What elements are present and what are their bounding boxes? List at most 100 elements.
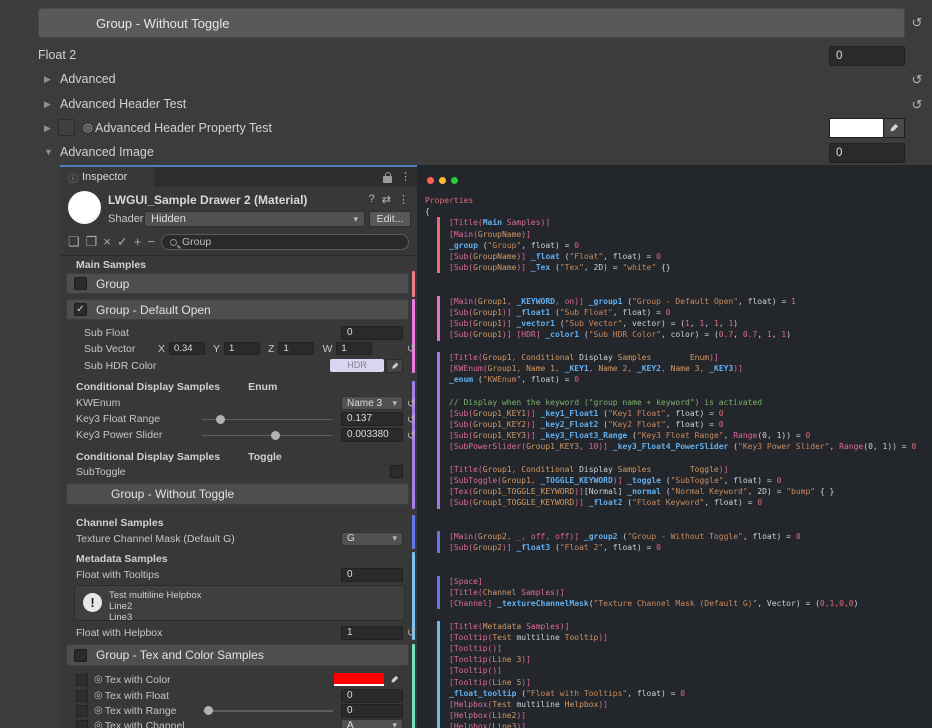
advanced-header-test-row[interactable]: ▶ Advanced Header Test ↺ bbox=[0, 95, 932, 115]
eyedropper-icon[interactable] bbox=[386, 673, 403, 687]
group-default-open-header[interactable]: ✓ Group - Default Open bbox=[66, 299, 409, 320]
inspector-tabbar: ⓘ Inspector ⋮ bbox=[60, 167, 417, 187]
channel-mask-dropdown[interactable]: G ▾ bbox=[341, 532, 403, 546]
heading-tag: Enum bbox=[248, 381, 277, 393]
tex-with-channel-row: ◎ Tex with Channel A ▾ bbox=[76, 719, 403, 728]
search-box[interactable] bbox=[161, 234, 409, 250]
target-icon: ◎ bbox=[83, 121, 93, 134]
tex-with-float-field[interactable]: 0 bbox=[341, 689, 403, 703]
kwenum-dropdown[interactable]: Name 3 ▾ bbox=[341, 396, 403, 410]
tex-with-range-field[interactable]: 0 bbox=[341, 704, 403, 718]
slider-thumb[interactable] bbox=[271, 431, 280, 440]
help-icon[interactable]: ? bbox=[369, 193, 375, 206]
tex-with-range-label: Tex with Range bbox=[105, 705, 195, 717]
search-icon bbox=[170, 239, 177, 246]
group-open-label: Group - Default Open bbox=[96, 303, 211, 317]
tex-channel-dropdown[interactable]: A ▾ bbox=[341, 719, 403, 728]
tex-group-checkbox[interactable] bbox=[74, 649, 87, 662]
code-block: [Title(Group1, Conditional Display Sampl… bbox=[437, 352, 928, 509]
foldout-open-icon[interactable]: ▼ bbox=[44, 147, 56, 157]
foldout-closed-icon[interactable]: ▶ bbox=[44, 99, 56, 110]
revert-icon[interactable]: ↺ bbox=[407, 429, 416, 442]
eyedropper-icon[interactable] bbox=[386, 359, 403, 373]
lock-icon[interactable] bbox=[383, 176, 392, 183]
material-preview-sphere[interactable] bbox=[68, 191, 101, 224]
tab-inspector[interactable]: ⓘ Inspector bbox=[60, 167, 154, 187]
revert-icon[interactable]: ↺ bbox=[909, 97, 925, 113]
sub-float-row: Sub Float 0 bbox=[84, 325, 403, 340]
helpbox-line: Line3 bbox=[109, 612, 398, 623]
tex-range-slider[interactable] bbox=[203, 705, 333, 717]
revert-icon[interactable]: ↺ bbox=[407, 626, 416, 639]
vector-x-field[interactable]: 0.34 bbox=[169, 342, 205, 355]
float-with-tooltips-field[interactable]: 0 bbox=[341, 568, 403, 582]
vector-w-field[interactable]: 1 bbox=[336, 342, 372, 355]
presets-icon[interactable]: ⇄ bbox=[382, 193, 391, 206]
slider-thumb[interactable] bbox=[216, 415, 225, 424]
group-strip-magenta bbox=[412, 299, 415, 373]
foldout-closed-icon[interactable]: ▶ bbox=[44, 74, 56, 85]
vector-z-field[interactable]: 1 bbox=[278, 342, 314, 355]
group-open-checkbox[interactable]: ✓ bbox=[74, 303, 87, 316]
material-name: LWGUI_Sample Drawer 2 (Material) bbox=[108, 193, 307, 207]
texture-slot[interactable] bbox=[76, 705, 88, 717]
chevron-down-icon: ▾ bbox=[392, 533, 397, 544]
advanced-row[interactable]: ▶ Advanced ↺ bbox=[0, 70, 932, 90]
property-checkbox[interactable] bbox=[58, 119, 75, 136]
revert-icon[interactable]: ↺ bbox=[909, 72, 925, 88]
kebab-icon[interactable]: ⋮ bbox=[400, 170, 411, 183]
revert-icon[interactable]: ↺ bbox=[407, 413, 416, 426]
texture-slot[interactable] bbox=[76, 690, 88, 702]
foldout-closed-icon[interactable]: ▶ bbox=[44, 123, 56, 134]
group-checkbox[interactable] bbox=[74, 277, 87, 290]
key3-float-range-slider[interactable] bbox=[202, 413, 333, 425]
code-line: [KWEnum(Group1, Name 1, _KEY1, Name 2, _… bbox=[449, 363, 928, 374]
group-without-toggle-bar[interactable]: Group - Without Toggle bbox=[66, 483, 409, 505]
chevron-down-icon: ▾ bbox=[392, 720, 397, 728]
check-icon[interactable]: ✓ bbox=[117, 233, 128, 251]
plus-icon[interactable]: + bbox=[134, 233, 142, 251]
texture-slot[interactable] bbox=[76, 720, 88, 728]
target-icon: ◎ bbox=[94, 720, 103, 728]
revert-icon[interactable]: ↺ bbox=[407, 397, 416, 410]
code-line bbox=[449, 453, 928, 464]
float2-field[interactable]: 0 bbox=[829, 46, 905, 66]
key3-float-range-label: Key3 Float Range bbox=[76, 413, 194, 425]
color-swatch[interactable] bbox=[829, 118, 884, 138]
channel-mask-value: G bbox=[347, 533, 355, 544]
code-line: [Tooltip()] bbox=[449, 643, 928, 654]
advanced-image-row[interactable]: ▼ Advanced Image 0 bbox=[0, 143, 932, 163]
kebab-icon[interactable]: ⋮ bbox=[398, 193, 409, 206]
texture-slot[interactable] bbox=[76, 674, 88, 686]
eyedropper-icon[interactable] bbox=[884, 118, 905, 138]
paste-icon[interactable]: ❐ bbox=[86, 233, 98, 251]
edit-button[interactable]: Edit... bbox=[369, 211, 411, 227]
code-line: [Sub(Group1_KEY1)] _key1_Float1 ("Key1 F… bbox=[449, 408, 928, 419]
search-input[interactable] bbox=[182, 236, 400, 248]
advanced-image-field[interactable]: 0 bbox=[829, 143, 905, 163]
hdr-color-swatch[interactable]: HDR bbox=[330, 359, 384, 372]
key3-power-slider[interactable] bbox=[202, 429, 333, 441]
shader-dropdown[interactable]: Hidden ▾ bbox=[144, 211, 365, 227]
tex-with-range-row: ◎ Tex with Range 0 bbox=[76, 704, 403, 717]
key3-power-slider-field[interactable]: 0.003380 bbox=[341, 428, 403, 442]
group-tex-color-header[interactable]: Group - Tex and Color Samples bbox=[66, 644, 409, 666]
color-swatch[interactable] bbox=[334, 673, 384, 686]
sub-float-field[interactable]: 0 bbox=[341, 326, 403, 340]
copy-icon[interactable]: ❏ bbox=[68, 233, 80, 251]
float-with-helpbox-field[interactable]: 1 bbox=[341, 626, 403, 640]
revert-icon[interactable]: ↺ bbox=[909, 15, 925, 31]
revert-icon[interactable]: ↺ bbox=[407, 342, 416, 355]
code-line: [Sub(Group1)] _float1 ("Sub Float", floa… bbox=[449, 307, 928, 318]
slider-thumb[interactable] bbox=[204, 706, 213, 715]
collapse-icon[interactable]: × bbox=[103, 233, 111, 251]
key3-float-range-field[interactable]: 0.137 bbox=[341, 412, 403, 426]
minus-icon[interactable]: − bbox=[147, 233, 155, 251]
group-header[interactable]: Group bbox=[66, 273, 409, 294]
code-line bbox=[449, 385, 928, 396]
key3-power-slider-row: Key3 Power Slider 0.003380 ↺ bbox=[76, 428, 403, 442]
vector-y-field[interactable]: 1 bbox=[224, 342, 260, 355]
subtoggle-checkbox[interactable] bbox=[390, 465, 403, 478]
advanced-header-property-test-row[interactable]: ▶ ◎ Advanced Header Property Test bbox=[0, 118, 932, 140]
group-without-toggle-header[interactable]: Group - Without Toggle bbox=[38, 8, 905, 38]
